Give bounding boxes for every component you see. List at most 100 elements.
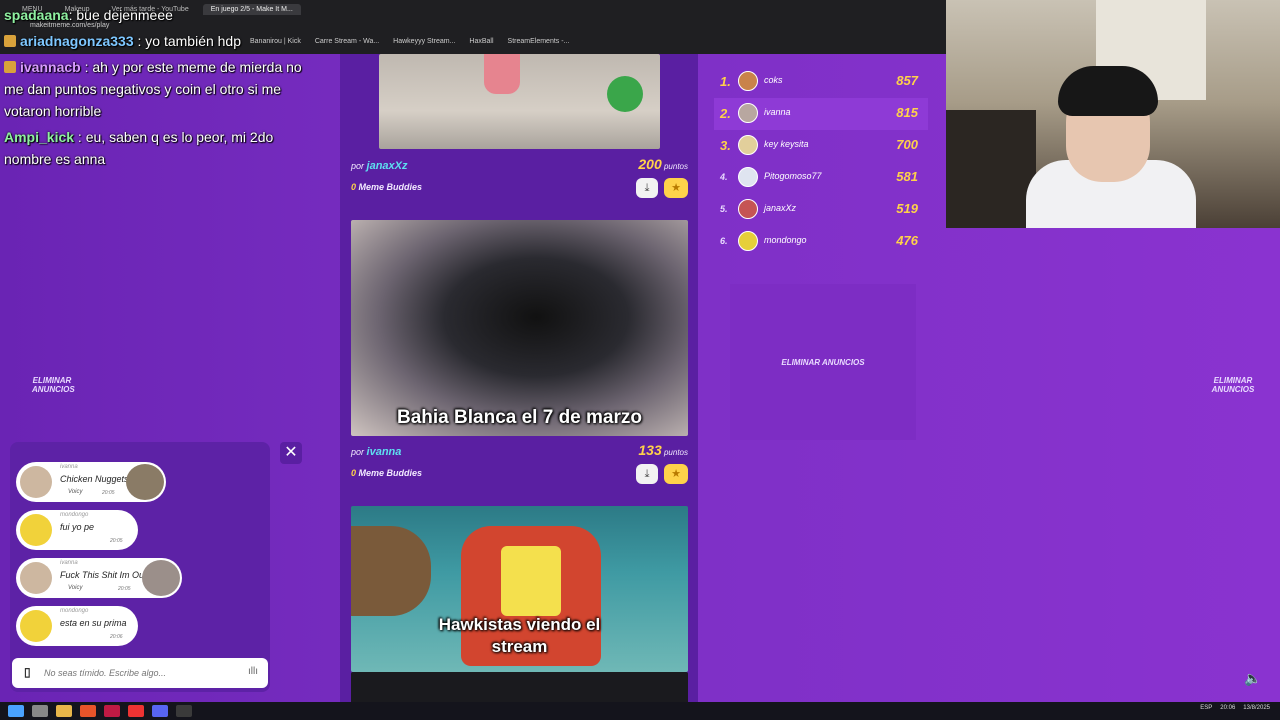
browser-icon[interactable] xyxy=(80,705,96,717)
meme-image[interactable]: Hawkistas viendo el stream xyxy=(351,506,688,672)
meme-image[interactable]: Bahia Blanca el 7 de marzo xyxy=(351,220,688,436)
player-name: ivanna xyxy=(764,107,791,117)
message-user: mondongo xyxy=(60,512,89,518)
message-time: 20:05 xyxy=(118,586,131,592)
player-name: coks xyxy=(764,75,783,85)
meme-ball xyxy=(607,76,643,112)
avatar xyxy=(738,231,758,251)
remove-ads-link-right[interactable]: ELIMINAR ANUNCIOS xyxy=(1210,376,1256,394)
webcam-sofa xyxy=(946,110,1036,228)
taskbar: ESP 20:06 13/8/2025 xyxy=(0,702,1280,720)
start-icon[interactable] xyxy=(8,705,24,717)
player-name: mondongo xyxy=(764,235,807,245)
screen: { "browser": { "tabs": ["MENU", "Makeup"… xyxy=(0,0,1280,720)
meme-caption: Bahia Blanca el 7 de marzo xyxy=(397,407,642,428)
player-name: key keysita xyxy=(764,139,809,149)
tab-makeitmeme[interactable]: En juego 2/5 - Make It M... xyxy=(202,3,301,15)
download-icon: ⤓ xyxy=(644,468,650,480)
cursor-icon: ▯ xyxy=(24,665,31,679)
download-button[interactable]: ⤓ xyxy=(636,178,658,198)
download-icon: ⤓ xyxy=(644,182,650,194)
bookmark-hawkeyyy[interactable]: Hawkeyyy Stream... xyxy=(393,38,455,45)
game-chat-panel: ivanna Chicken Nuggets Voicy 20:05 mondo… xyxy=(10,442,270,692)
leaderboard-row: 2. ivanna 815 xyxy=(714,98,928,130)
message-text: fui yo pe xyxy=(60,522,95,532)
remove-ads-link-left[interactable]: ELIMINAR ANUNCIOS xyxy=(32,376,75,394)
language-indicator[interactable]: ESP xyxy=(1200,705,1212,711)
meme-meta: por ivanna 0 Meme Buddies 133 puntos ⤓ ★ xyxy=(351,442,688,490)
chat-message: mondongo fui yo pe 20:05 xyxy=(16,510,138,550)
webcam-feed xyxy=(946,0,1280,228)
player-score: 581 xyxy=(896,169,918,184)
bookmark-bananirou[interactable]: Bananirou | Kick xyxy=(250,38,301,45)
remove-ads-link-center[interactable]: ELIMINAR ANUNCIOS xyxy=(730,284,916,440)
meme-points: 133 puntos xyxy=(638,442,688,458)
meme-buddies: 0 Meme Buddies xyxy=(351,468,423,478)
subscriber-badge-icon xyxy=(4,35,16,47)
leaderboard-row: 4. Pitogomoso77 581 xyxy=(714,162,928,194)
meme-points: 200 puntos xyxy=(638,156,688,172)
chat-message: ivanna Chicken Nuggets Voicy 20:05 xyxy=(16,462,166,502)
star-icon: ★ xyxy=(671,182,681,194)
avatar xyxy=(20,514,52,546)
message-text: esta en su prima xyxy=(60,618,127,628)
chat-message: mondongo esta en su prima 20:06 xyxy=(16,606,138,646)
discord-icon[interactable] xyxy=(152,705,168,717)
sound-thumbnail[interactable] xyxy=(142,560,180,596)
player-score: 700 xyxy=(896,137,918,152)
webcam-hair xyxy=(1058,66,1158,116)
clock-date[interactable]: 13/8/2025 xyxy=(1243,705,1270,711)
avatar xyxy=(738,135,758,155)
rank: 2. xyxy=(720,106,731,121)
chat-line: nombre es anna xyxy=(4,151,106,167)
meme-image[interactable] xyxy=(351,672,688,702)
meme-character xyxy=(501,546,561,616)
chat-input-box: ▯ ıllı xyxy=(12,658,268,688)
subscriber-badge-icon xyxy=(4,61,16,73)
avatar xyxy=(20,610,52,642)
avatar xyxy=(738,103,758,123)
media-icon[interactable] xyxy=(128,705,144,717)
rank: 4. xyxy=(720,172,728,182)
chat-line: me dan puntos negativos y coin el otro s… xyxy=(4,81,282,97)
clock-time[interactable]: 20:06 xyxy=(1220,705,1235,711)
rank: 3. xyxy=(720,138,731,153)
download-button[interactable]: ⤓ xyxy=(636,464,658,484)
bookmark-carre[interactable]: Carre Stream - Wa... xyxy=(315,38,379,45)
avatar xyxy=(738,199,758,219)
meme-meta: por janaxXz 0 Meme Buddies 200 puntos ⤓ … xyxy=(351,156,688,204)
leaderboard-row: 5. janaxXz 519 xyxy=(714,194,928,226)
leaderboard-row: 1. coks 857 xyxy=(714,66,928,98)
meme-figure xyxy=(484,54,520,94)
message-text: Fuck This Shit Im Out xyxy=(60,570,147,580)
chat-line: Ampi_kick : eu, saben q es lo peor, mi 2… xyxy=(4,129,274,145)
folder-icon[interactable] xyxy=(56,705,72,717)
system-tray: ESP 20:06 13/8/2025 xyxy=(1200,705,1270,711)
leaderboard: 1. coks 857 2. ivanna 815 3. key keysita… xyxy=(714,66,928,258)
player-score: 857 xyxy=(896,73,918,88)
sound-thumbnail[interactable] xyxy=(126,464,164,500)
star-icon: ★ xyxy=(671,468,681,480)
bookmark-streamelements[interactable]: StreamElements -... xyxy=(508,38,570,45)
search-icon[interactable] xyxy=(32,705,48,717)
chat-line: ariadnagonza333 : yo también hdp xyxy=(4,30,241,52)
meme-author: por ivanna xyxy=(351,446,402,458)
voicy-label: Voicy xyxy=(68,489,83,495)
chat-line: votaron horrible xyxy=(4,103,102,119)
obs-icon[interactable] xyxy=(176,705,192,717)
bookmark-haxball[interactable]: HaxBall xyxy=(469,38,493,45)
favorite-button[interactable]: ★ xyxy=(664,464,688,484)
message-user: mondongo xyxy=(60,608,89,614)
chat-input[interactable] xyxy=(44,664,244,682)
audio-wave-icon[interactable]: ıllı xyxy=(248,666,258,677)
avatar xyxy=(738,167,758,187)
rank: 6. xyxy=(720,236,728,246)
meme-image[interactable] xyxy=(379,54,660,149)
speaker-icon[interactable]: 🔈 xyxy=(1244,670,1261,687)
favorite-button[interactable]: ★ xyxy=(664,178,688,198)
player-name: Pitogomoso77 xyxy=(764,171,822,181)
avatar xyxy=(20,466,52,498)
close-chat-button[interactable]: ✕ xyxy=(280,442,302,464)
app-icon[interactable] xyxy=(104,705,120,717)
meme-feed[interactable]: por janaxXz 0 Meme Buddies 200 puntos ⤓ … xyxy=(340,54,698,702)
